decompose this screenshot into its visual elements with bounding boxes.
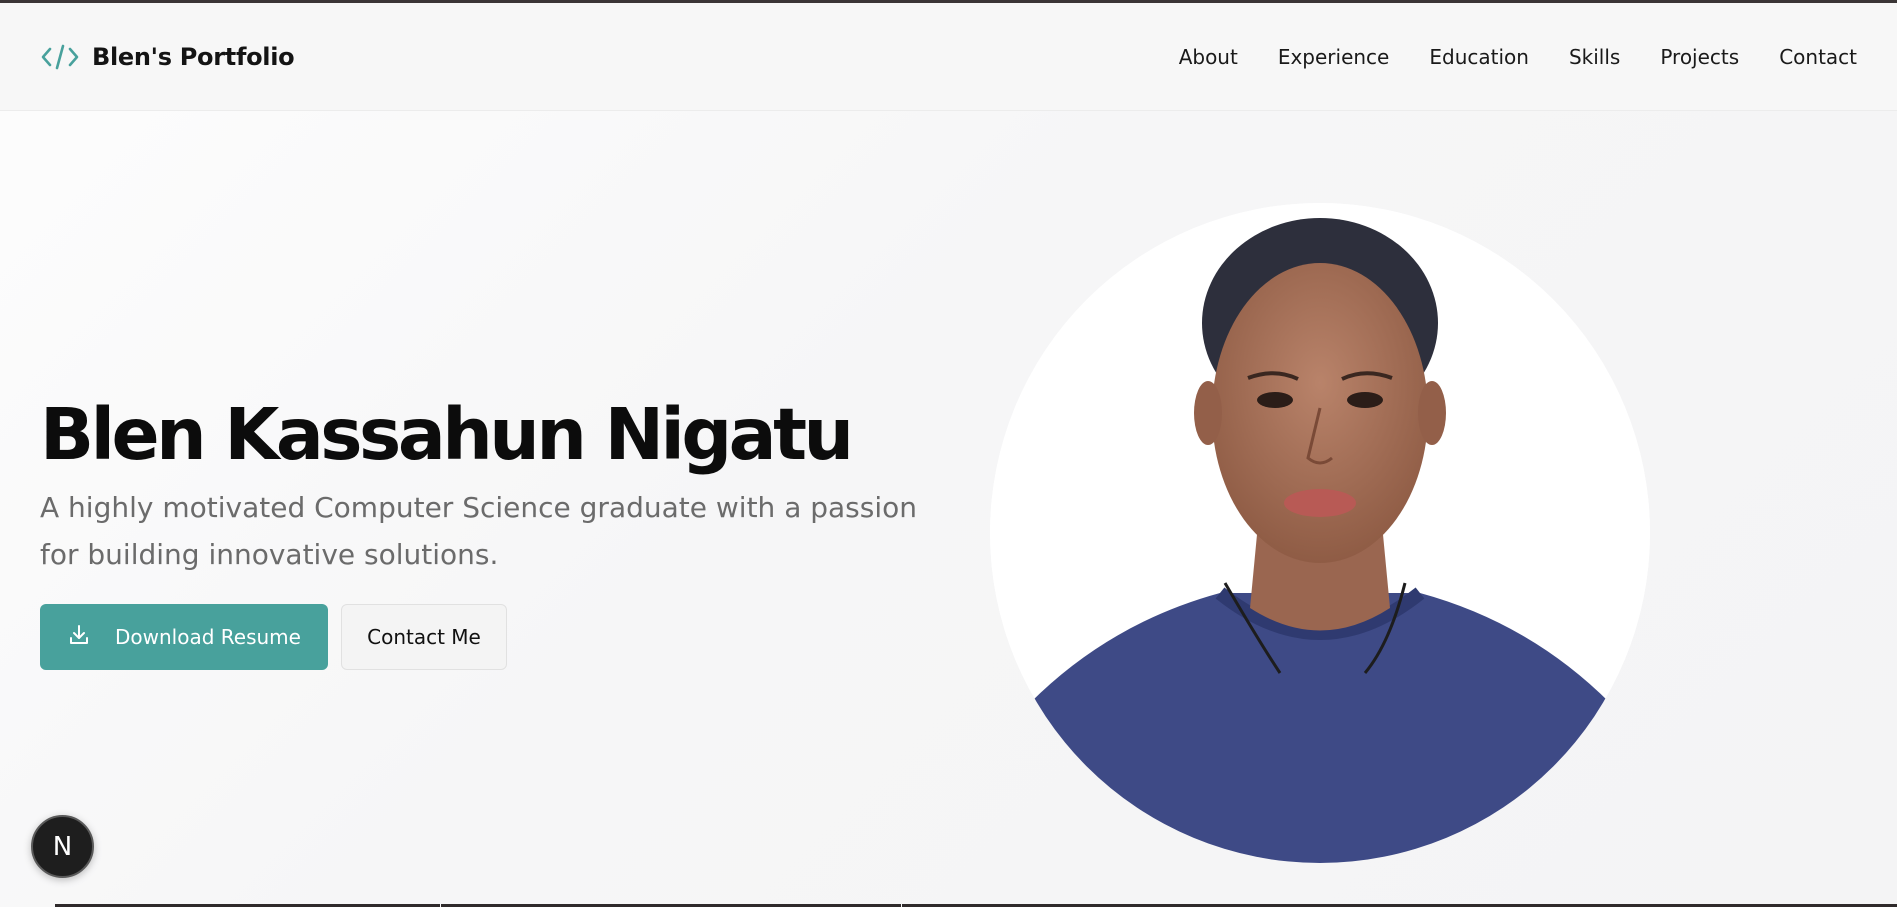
- nextjs-badge[interactable]: N: [31, 815, 94, 878]
- nav-projects[interactable]: Projects: [1660, 45, 1739, 69]
- nav-skills[interactable]: Skills: [1569, 45, 1620, 69]
- brand-name: Blen's Portfolio: [92, 42, 295, 71]
- profile-photo: [990, 203, 1650, 863]
- main-nav: About Experience Education Skills Projec…: [1179, 45, 1857, 69]
- hero-intro: Blen Kassahun Nigatu A highly motivated …: [40, 390, 970, 670]
- brand[interactable]: Blen's Portfolio: [40, 42, 295, 72]
- hero-name: Blen Kassahun Nigatu: [40, 393, 854, 476]
- hero-buttons: Download Resume Contact Me: [40, 604, 970, 670]
- download-icon: [67, 623, 91, 652]
- code-icon: [40, 42, 80, 72]
- nav-contact[interactable]: Contact: [1779, 45, 1857, 69]
- download-resume-button[interactable]: Download Resume: [40, 604, 328, 670]
- site-header: Blen's Portfolio About Experience Educat…: [0, 3, 1897, 111]
- download-resume-label: Download Resume: [115, 625, 301, 649]
- nav-experience[interactable]: Experience: [1278, 45, 1390, 69]
- hero-tagline: A highly motivated Computer Science grad…: [40, 491, 918, 571]
- contact-me-button[interactable]: Contact Me: [341, 604, 507, 670]
- nav-education[interactable]: Education: [1429, 45, 1529, 69]
- nav-about[interactable]: About: [1179, 45, 1238, 69]
